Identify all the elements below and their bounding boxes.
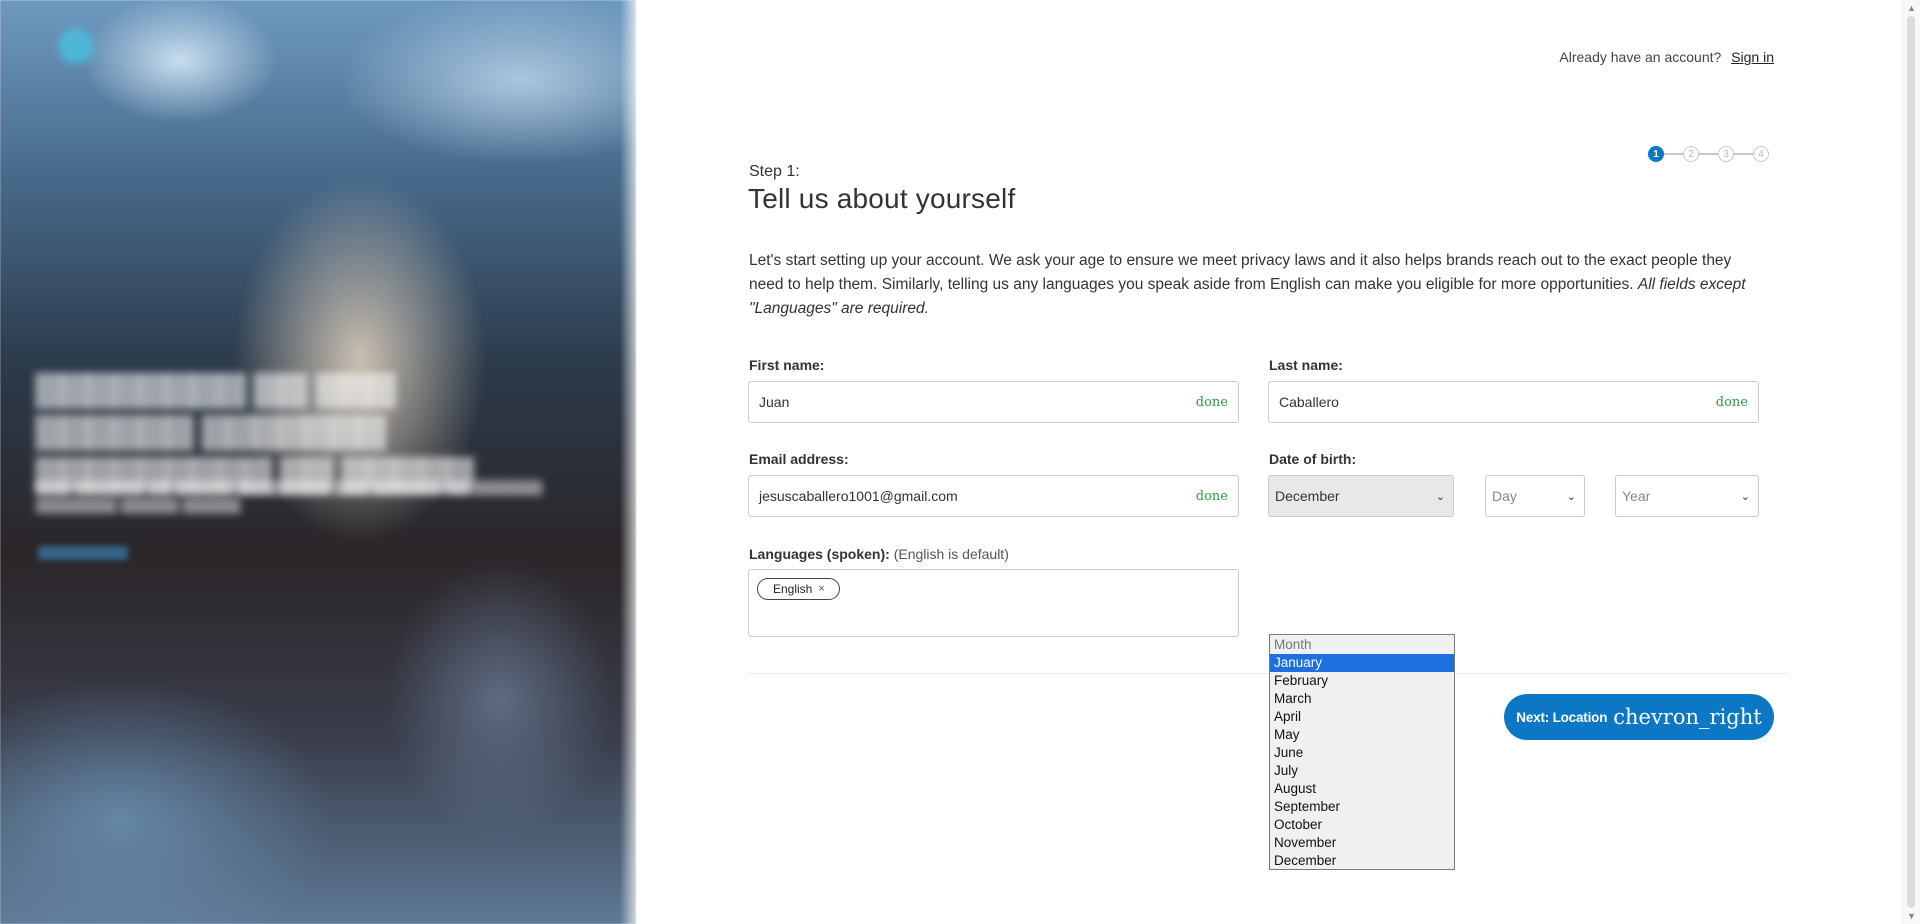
month-option[interactable]: Month [1270,636,1454,654]
scroll-up-icon[interactable]: ▲ [1907,3,1916,13]
email-label: Email address: [749,451,849,467]
month-option[interactable]: October [1270,816,1454,834]
chevron-right-icon: chevron_right [1613,705,1762,729]
languages-label-text: Languages (spoken): [749,546,890,562]
step-connector [1664,153,1683,155]
intro-paragraph: Let's start setting up your account. We … [749,249,1769,321]
last-name-value: Caballero [1279,394,1339,410]
brand-logo [58,28,94,64]
hero-link-blurred [38,546,128,560]
dob-month-value: December [1275,488,1340,504]
month-option[interactable]: December [1270,852,1454,870]
first-name-label: First name: [749,357,825,373]
languages-hint: (English is default) [893,546,1009,562]
signin-prompt-text: Already have an account? [1559,49,1722,65]
month-option[interactable]: July [1270,762,1454,780]
dob-year-select[interactable]: Year ⌄ [1615,475,1759,517]
month-dropdown-list[interactable]: Month January February March April May J… [1269,634,1455,870]
scroll-down-icon[interactable]: ▼ [1907,911,1916,921]
next-button-label: Next: Location [1516,709,1608,725]
month-option[interactable]: May [1270,726,1454,744]
done-icon: done [1195,394,1228,410]
done-icon: done [1715,394,1748,410]
last-name-field[interactable]: Caballero done [1268,381,1759,423]
scrollbar-thumb[interactable] [1907,16,1915,908]
language-chip-label: English [773,582,813,596]
chevron-down-icon: ⌄ [1566,490,1576,503]
step-connector [1699,153,1718,155]
language-chip-english: English × [757,578,840,600]
month-option[interactable]: November [1270,834,1454,852]
remove-chip-icon[interactable]: × [818,583,824,595]
done-icon: done [1195,488,1228,504]
month-option[interactable]: June [1270,744,1454,762]
dob-month-select[interactable]: December ⌄ [1268,475,1454,517]
last-name-label: Last name: [1269,357,1343,373]
intro-text: Let's start setting up your account. We … [749,252,1732,293]
step-2-indicator: 2 [1683,146,1699,162]
hero-subtext-blurred: ▇▇▇ ▇▇▇▇▇▇ ▇▇ ▇▇▇▇▇ ▇▇▇▇▇▇▇▇ ▇▇▇ ▇▇▇▇▇▇ … [36,479,543,514]
chevron-down-icon: ⌄ [1740,490,1750,503]
page-title: Tell us about yourself [748,183,1016,214]
month-option[interactable]: August [1270,780,1454,798]
step-1-indicator: 1 [1648,146,1664,162]
page-scrollbar[interactable]: ▲ ▼ [1902,0,1920,924]
dob-label: Date of birth: [1269,451,1357,467]
dob-year-value: Year [1622,488,1651,504]
month-option[interactable]: January [1270,654,1454,672]
step-label: Step 1: [749,163,800,180]
month-option[interactable]: September [1270,798,1454,816]
signin-prompt: Already have an account? Sign in [1559,49,1774,65]
form-divider [748,673,1788,674]
month-option[interactable]: March [1270,690,1454,708]
step-4-indicator: 4 [1753,146,1769,162]
dob-day-value: Day [1492,488,1517,504]
hero-image-panel: ▇▇▇▇▇▇▇▇ ▇▇ ▇▇▇ ▇▇▇▇▇▇ ▇▇▇▇▇▇▇ ▇▇▇▇▇▇▇▇▇ … [0,0,636,924]
email-value: jesuscaballero1001@gmail.com [759,488,958,504]
languages-label: Languages (spoken): (English is default) [749,546,1009,562]
languages-input[interactable]: English × [748,569,1239,637]
hero-headline-blurred: ▇▇▇▇▇▇▇▇ ▇▇ ▇▇▇ ▇▇▇▇▇▇ ▇▇▇▇▇▇▇ ▇▇▇▇▇▇▇▇▇ … [36,370,474,492]
hero-edge-fade [620,0,636,924]
step-3-indicator: 3 [1718,146,1734,162]
month-option[interactable]: April [1270,708,1454,726]
step-connector [1734,153,1753,155]
chevron-down-icon: ⌄ [1435,490,1445,503]
next-location-button[interactable]: Next: Location chevron_right [1504,694,1774,740]
progress-stepper: 1 2 3 4 [1648,145,1769,163]
signin-link[interactable]: Sign in [1731,49,1774,65]
email-field[interactable]: jesuscaballero1001@gmail.com done [748,475,1239,517]
first-name-field[interactable]: Juan done [748,381,1239,423]
dob-day-select[interactable]: Day ⌄ [1485,475,1585,517]
month-option[interactable]: February [1270,672,1454,690]
first-name-value: Juan [759,394,790,410]
